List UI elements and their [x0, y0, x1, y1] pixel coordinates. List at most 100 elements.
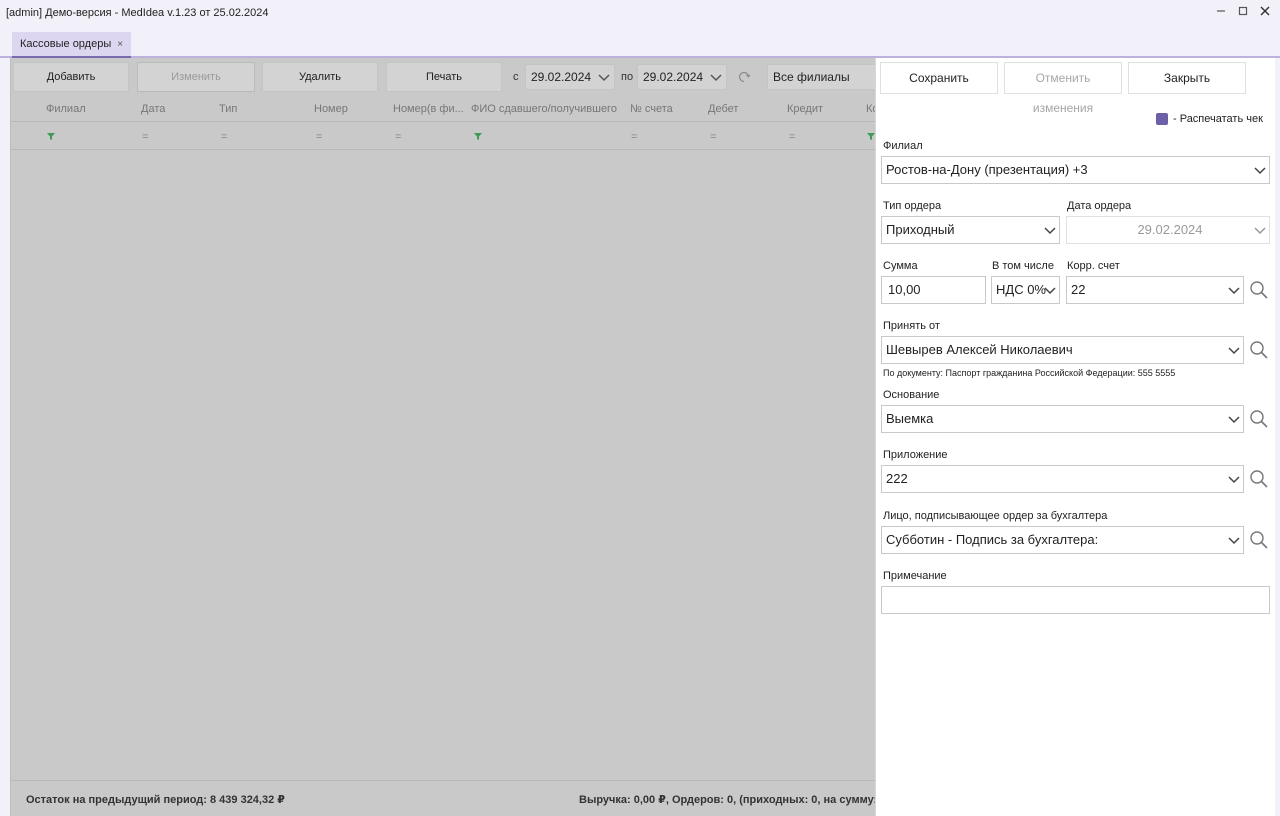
basis-value: Выемка — [886, 411, 934, 426]
filter-equals[interactable]: = — [316, 131, 322, 143]
order-date-field[interactable]: 29.02.2024 — [1066, 216, 1270, 244]
attachment-label: Приложение — [883, 449, 948, 461]
account-label: Корр. счет — [1067, 260, 1120, 272]
signer-value: Субботин - Подпись за бухгалтера: — [886, 532, 1099, 547]
to-date-label: по — [621, 71, 634, 83]
order-type-select[interactable]: Приходный — [881, 216, 1060, 244]
grid-header: Филиал Дата Тип Номер Номер(в фи... ФИО … — [11, 96, 879, 122]
order-type-value: Приходный — [886, 222, 955, 237]
revenue-summary: Выручка: 0,00 ₽, Ордеров: 0, (приходных:… — [579, 794, 878, 806]
orders-grid-area: Добавить Изменить Удалить Печать с 29.02… — [10, 58, 879, 816]
to-date-picker[interactable]: 29.02.2024 — [637, 64, 727, 90]
chevron-down-icon — [1228, 537, 1240, 545]
cancel-changes-button[interactable]: Отменить изменения — [1004, 62, 1122, 115]
document-note: По документу: Паспорт гражданина Российс… — [883, 368, 1176, 378]
column-header[interactable]: Номер(в фи... — [393, 103, 464, 115]
close-icon[interactable] — [1256, 4, 1274, 22]
branch-value: Ростов-на-Дону (презентация) +3 — [886, 162, 1088, 177]
vat-value: НДС 0% — [996, 282, 1046, 297]
previous-period-balance: Остаток на предыдущий период: 8 439 324,… — [26, 794, 285, 806]
filter-equals[interactable]: = — [142, 131, 148, 143]
chevron-down-icon — [1254, 227, 1266, 235]
tab-cash-orders[interactable]: Кассовые ордеры × — [12, 32, 132, 58]
search-icon[interactable] — [1249, 280, 1269, 300]
account-value: 22 — [1071, 282, 1086, 297]
document-tabs: Кассовые ордеры × — [0, 26, 1280, 58]
branch-select[interactable]: Ростов-на-Дону (презентация) +3 — [881, 156, 1270, 184]
filter-equals[interactable]: = — [631, 131, 637, 143]
filter-icon[interactable] — [46, 131, 56, 141]
branches-filter[interactable]: Все филиалы — [767, 64, 877, 90]
print-receipt-label: - Распечатать чек — [1173, 113, 1263, 125]
order-date-value: 29.02.2024 — [1137, 222, 1203, 237]
signer-label: Лицо, подписывающее ордер за бухгалтера — [883, 510, 1108, 522]
note-label: Примечание — [883, 570, 947, 582]
edit-button[interactable]: Изменить — [137, 62, 255, 92]
note-input[interactable] — [881, 586, 1270, 614]
column-header[interactable]: Номер — [314, 103, 348, 115]
order-type-label: Тип ордера — [883, 200, 942, 212]
basis-select[interactable]: Выемка — [881, 405, 1244, 433]
branches-filter-value: Все филиалы — [773, 70, 850, 84]
filter-equals[interactable]: = — [395, 131, 401, 143]
status-bar: Остаток на предыдущий период: 8 439 324,… — [11, 780, 877, 816]
chevron-down-icon — [1044, 227, 1056, 235]
account-select[interactable]: 22 — [1066, 276, 1244, 304]
order-date-label: Дата ордера — [1067, 200, 1132, 212]
chevron-down-icon — [1254, 167, 1266, 175]
filter-row: = = = = = = = — [11, 122, 877, 150]
search-icon[interactable] — [1249, 530, 1269, 550]
column-header[interactable]: Дебет — [708, 103, 738, 115]
add-button[interactable]: Добавить — [13, 62, 129, 92]
order-edit-panel: Сохранить Отменить изменения Закрыть - Р… — [875, 58, 1275, 816]
from-date-value: 29.02.2024 — [531, 70, 592, 84]
close-button[interactable]: Закрыть — [1128, 62, 1246, 94]
filter-equals[interactable]: = — [221, 131, 227, 143]
column-header[interactable]: ФИО сдавшего/получившего — [471, 103, 617, 115]
branch-label: Филиал — [883, 140, 923, 152]
vat-label: В том числе — [992, 260, 1054, 272]
chevron-down-icon — [1228, 287, 1240, 295]
attachment-value: 222 — [886, 471, 908, 486]
amount-label: Сумма — [883, 260, 918, 272]
signer-select[interactable]: Субботин - Подпись за бухгалтера: — [881, 526, 1244, 554]
save-button[interactable]: Сохранить — [880, 62, 998, 94]
chevron-down-icon — [1228, 347, 1240, 355]
column-header[interactable]: Кредит — [787, 103, 823, 115]
tab-close-icon[interactable]: × — [117, 39, 123, 50]
attachment-select[interactable]: 222 — [881, 465, 1244, 493]
filter-equals[interactable]: = — [710, 131, 716, 143]
amount-input[interactable]: 10,00 — [881, 276, 986, 304]
amount-value: 10,00 — [888, 282, 921, 297]
chevron-down-icon — [598, 74, 610, 82]
filter-equals[interactable]: = — [789, 131, 795, 143]
basis-label: Основание — [883, 389, 940, 401]
maximize-icon[interactable] — [1234, 4, 1252, 22]
from-date-picker[interactable]: 29.02.2024 — [525, 64, 615, 90]
column-header[interactable]: Филиал — [46, 103, 86, 115]
toolbar: Добавить Изменить Удалить Печать с 29.02… — [11, 58, 877, 96]
chevron-down-icon — [1228, 476, 1240, 484]
chevron-down-icon — [1228, 416, 1240, 424]
search-icon[interactable] — [1249, 340, 1269, 360]
title-bar: [admin] Демо-версия - MedIdea v.1.23 от … — [0, 0, 1280, 26]
search-icon[interactable] — [1249, 469, 1269, 489]
refresh-icon[interactable] — [737, 70, 751, 84]
minimize-icon[interactable] — [1212, 4, 1230, 22]
delete-button[interactable]: Удалить — [262, 62, 378, 92]
tab-label: Кассовые ордеры — [20, 38, 112, 50]
print-receipt-checkbox[interactable] — [1156, 113, 1168, 125]
search-icon[interactable] — [1249, 409, 1269, 429]
print-button[interactable]: Печать — [386, 62, 502, 92]
vat-select[interactable]: НДС 0% — [991, 276, 1060, 304]
column-header[interactable]: Дата — [141, 103, 165, 115]
filter-icon[interactable] — [473, 131, 483, 141]
chevron-down-icon — [1044, 287, 1056, 295]
column-header[interactable]: № счета — [630, 103, 673, 115]
column-header[interactable]: Тип — [219, 103, 237, 115]
received-from-value: Шевырев Алексей Николаевич — [886, 342, 1073, 357]
received-from-select[interactable]: Шевырев Алексей Николаевич — [881, 336, 1244, 364]
from-date-label: с — [513, 71, 519, 83]
chevron-down-icon — [710, 74, 722, 82]
received-from-label: Принять от — [883, 320, 940, 332]
